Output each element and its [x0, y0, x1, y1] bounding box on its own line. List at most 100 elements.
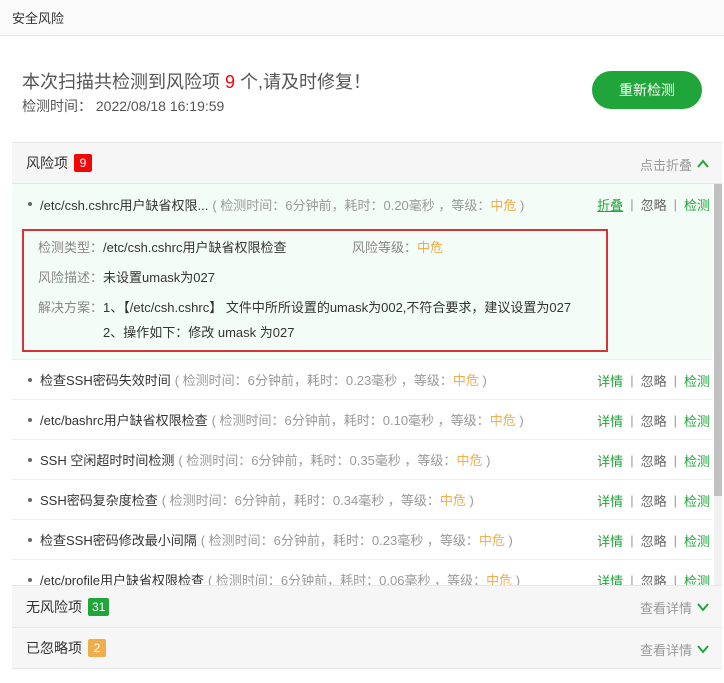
collapse-label: 点击折叠: [639, 157, 692, 173]
separator: |: [673, 572, 677, 586]
ignored-view-details[interactable]: 查看详情: [640, 628, 710, 670]
check-link[interactable]: 检测: [684, 491, 710, 510]
risk-level: 中危: [456, 453, 483, 468]
separator: |: [673, 532, 677, 548]
details-link[interactable]: 详情: [597, 571, 623, 586]
risk-level: 中危: [489, 413, 516, 428]
bullet-icon: [28, 577, 32, 582]
risk-meta: ( 检测时间：6分钟前，耗时：0.35毫秒 ，等级：中危 ): [178, 450, 490, 469]
scrollbar-thumb[interactable]: [714, 184, 722, 496]
check-link[interactable]: 检测: [684, 411, 710, 430]
summary-title-suffix: 个,请及时修复！: [235, 72, 372, 92]
details-link[interactable]: 详情: [597, 371, 623, 390]
separator: |: [630, 196, 634, 212]
fold-link[interactable]: 折叠: [597, 195, 623, 214]
risk-meta-suffix: ): [512, 573, 521, 585]
risk-section-header[interactable]: 风险项 9 点击折叠: [12, 142, 722, 184]
risk-row: /etc/profile用户缺省权限检查( 检测时间：6分钟前，耗时：0.06毫…: [12, 560, 712, 585]
risk-actions: 详情 | 忽略 | 检测: [597, 440, 710, 480]
risk-meta-suffix: ): [516, 197, 525, 213]
risk-name: /etc/profile用户缺省权限检查: [40, 573, 204, 585]
risk-level: 中危: [486, 573, 513, 585]
risk-row: 检查SSH密码修改最小间隔( 检测时间：6分钟前，耗时：0.23毫秒 ，等级：中…: [12, 520, 712, 560]
risk-panel: 风险项 9 点击折叠 /etc/csh.cshrc用户缺省权限... ( 检测时…: [12, 142, 722, 585]
separator: |: [673, 492, 677, 508]
check-link[interactable]: 检测: [684, 531, 710, 550]
risk-actions: 详情 | 忽略 | 检测: [597, 560, 710, 586]
risk-meta-prefix: ( 检测时间：6分钟前，耗时：0.23毫秒 ，等级：: [174, 373, 453, 388]
risk-meta-prefix: ( 检测时间：6分钟前，耗时：0.10毫秒 ，等级：: [211, 413, 490, 428]
risk-name: /etc/csh.cshrc用户缺省权限...: [40, 197, 209, 213]
risk-list-content: /etc/csh.cshrc用户缺省权限... ( 检测时间：6分钟前，耗时：0…: [12, 184, 712, 585]
detail-type-label: 检测类型：: [38, 240, 104, 255]
check-link[interactable]: 检测: [684, 371, 710, 390]
risk-meta-prefix: ( 检测时间：6分钟前，耗时：0.20毫秒 ，等级：: [212, 197, 491, 213]
separator: |: [630, 452, 634, 468]
risk-meta-suffix: ): [465, 493, 474, 508]
risk-row: SSH密码复杂度检查( 检测时间：6分钟前，耗时：0.34毫秒 ，等级：中危 )…: [12, 480, 712, 520]
separator: |: [630, 372, 634, 388]
risk-name: 检查SSH密码失效时间: [40, 373, 171, 388]
ignored-view-label: 查看详情: [639, 642, 692, 658]
details-link[interactable]: 详情: [597, 451, 623, 470]
risk-section-title: 风险项: [26, 155, 68, 171]
risk-meta-suffix: ): [504, 533, 513, 548]
safe-count-badge: 31: [88, 597, 110, 616]
separator: |: [673, 452, 677, 468]
risk-row: /etc/bashrc用户缺省权限检查( 检测时间：6分钟前，耗时：0.10毫秒…: [12, 400, 712, 440]
risk-meta-prefix: ( 检测时间：6分钟前，耗时：0.06毫秒 ，等级：: [207, 573, 487, 585]
risk-level: 中危: [490, 197, 517, 213]
risk-row: /etc/csh.cshrc用户缺省权限... ( 检测时间：6分钟前，耗时：0…: [12, 184, 712, 224]
check-link[interactable]: 检测: [684, 451, 710, 470]
rescan-button[interactable]: 重新检测: [592, 71, 702, 109]
bullet-icon: [28, 377, 32, 382]
separator: |: [673, 196, 677, 212]
risk-meta-prefix: ( 检测时间：6分钟前，耗时：0.23毫秒 ，等级：: [200, 533, 479, 548]
bullet-icon: [28, 202, 32, 206]
ignore-link[interactable]: 忽略: [641, 451, 667, 470]
scan-summary: 本次扫描共检测到风险项 9 个,请及时修复！ 检测时间： 2022/08/18 …: [0, 0, 724, 142]
risk-actions: 详情 | 忽略 | 检测: [597, 360, 710, 400]
ignore-link[interactable]: 忽略: [641, 411, 667, 430]
ignored-section-header[interactable]: 已忽略项 2 查看详情: [12, 627, 722, 669]
risk-name: /etc/bashrc用户缺省权限检查: [40, 413, 208, 428]
check-link[interactable]: 检测: [684, 195, 710, 214]
collapse-toggle[interactable]: 点击折叠: [640, 143, 710, 185]
risk-meta: ( 检测时间：6分钟前，耗时：0.23毫秒 ，等级：中危 ): [175, 370, 487, 389]
separator: |: [630, 532, 634, 548]
ignored-count-badge: 2: [88, 639, 106, 657]
risk-actions: 折叠 | 忽略 | 检测: [597, 184, 710, 224]
detail-level: 风险等级：中危: [352, 237, 443, 256]
safe-section-header[interactable]: 无风险项 31 查看详情: [12, 585, 722, 627]
ignore-link[interactable]: 忽略: [641, 571, 667, 586]
details-link[interactable]: 详情: [597, 531, 623, 550]
scrollbar[interactable]: [714, 184, 722, 585]
risk-meta: ( 检测时间：6分钟前，耗时：0.06毫秒 ，等级：中危 ): [208, 570, 520, 585]
scan-time: 检测时间： 2022/08/18 16:19:59: [22, 96, 224, 116]
risk-meta-suffix: ): [515, 413, 524, 428]
ignore-link[interactable]: 忽略: [641, 195, 667, 214]
details-link[interactable]: 详情: [597, 491, 623, 510]
ignore-link[interactable]: 忽略: [641, 371, 667, 390]
separator: |: [630, 572, 634, 586]
safe-section-title: 无风险项: [26, 598, 82, 615]
check-link[interactable]: 检测: [684, 571, 710, 586]
risk-row: 检查SSH密码失效时间 ( 检测时间：6分钟前，耗时：0.23毫秒 ，等级：中危 …: [12, 360, 712, 400]
summary-title-prefix: 本次扫描共检测到风险项: [22, 72, 225, 92]
details-link[interactable]: 详情: [597, 411, 623, 430]
summary-title: 本次扫描共检测到风险项 9 个,请及时修复！: [22, 70, 371, 94]
risk-name: 检查SSH密码修改最小间隔: [40, 533, 197, 548]
risk-meta: ( 检测时间：6分钟前，耗时：0.20毫秒 ，等级：中危 ): [212, 195, 524, 214]
detail-desc-value: 未设置umask为027: [103, 270, 215, 285]
scan-time-label: 检测时间：: [22, 98, 92, 114]
risk-meta-prefix: ( 检测时间：6分钟前，耗时：0.34毫秒 ，等级：: [161, 493, 440, 508]
chevron-down-icon: [697, 645, 709, 654]
risk-level: 中危: [478, 533, 505, 548]
risk-meta: ( 检测时间：6分钟前，耗时：0.34毫秒 ，等级：中危 ): [162, 490, 474, 509]
ignore-link[interactable]: 忽略: [641, 491, 667, 510]
detail-solution: 解决方案：1、【/etc/csh.cshrc】 文件中所所设置的umask为00…: [38, 297, 571, 316]
risk-actions: 详情 | 忽略 | 检测: [597, 480, 710, 520]
risk-meta-suffix: ): [478, 373, 487, 388]
safe-view-details[interactable]: 查看详情: [640, 586, 710, 628]
ignore-link[interactable]: 忽略: [641, 531, 667, 550]
